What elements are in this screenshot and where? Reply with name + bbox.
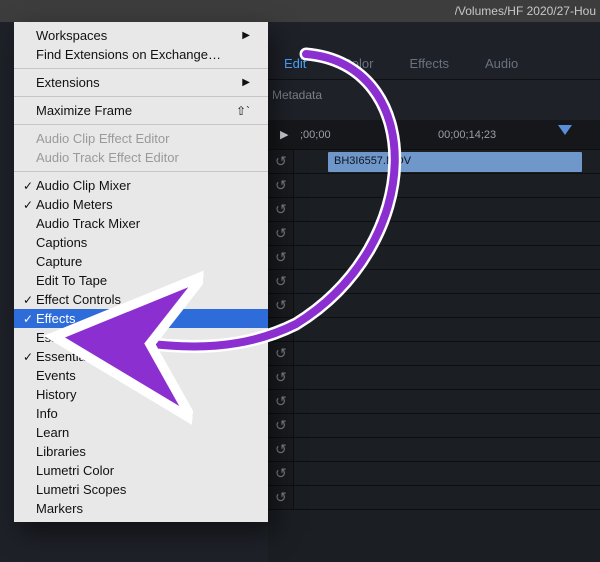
chevron-right-icon: ▶ bbox=[242, 77, 250, 88]
menu-find-extensions[interactable]: Find Extensions on Exchange… bbox=[14, 45, 268, 64]
menu-essential-graphics[interactable]: Essential Graphics bbox=[14, 328, 268, 347]
menu-audio-meters[interactable]: ✓Audio Meters bbox=[14, 195, 268, 214]
shortcut-label: ⇧` bbox=[236, 104, 250, 118]
tab-effects[interactable]: Effects bbox=[407, 50, 451, 77]
track-row-content[interactable] bbox=[294, 390, 600, 413]
timecode-start: ;00;00 bbox=[300, 129, 331, 141]
menu-history[interactable]: History bbox=[14, 385, 268, 404]
playhead-icon[interactable]: ▶ bbox=[280, 128, 288, 141]
menu-edit-to-tape[interactable]: Edit To Tape bbox=[14, 271, 268, 290]
check-icon: ✓ bbox=[20, 198, 36, 212]
menu-capture[interactable]: Capture bbox=[14, 252, 268, 271]
track-undo-icon[interactable]: ↻ bbox=[268, 462, 294, 485]
track-row-content[interactable] bbox=[294, 486, 600, 509]
timeline-panel: ▶ ;00;00 00;00;14;23 ↻ BH3I6557.MOV ↻ ↻ … bbox=[268, 120, 600, 562]
track-row-content[interactable] bbox=[294, 438, 600, 461]
track-undo-icon[interactable]: ↻ bbox=[268, 246, 294, 269]
time-ruler[interactable]: ▶ ;00;00 00;00;14;23 bbox=[268, 120, 600, 150]
track-row-content[interactable] bbox=[294, 246, 600, 269]
track-undo-icon[interactable]: ↻ bbox=[268, 366, 294, 389]
check-icon: ✓ bbox=[20, 293, 36, 307]
menu-extensions[interactable]: Extensions▶ bbox=[14, 73, 268, 92]
menu-maximize-frame[interactable]: Maximize Frame⇧` bbox=[14, 101, 268, 120]
menu-separator bbox=[14, 171, 268, 172]
check-icon: ✓ bbox=[20, 179, 36, 193]
menu-libraries[interactable]: Libraries bbox=[14, 442, 268, 461]
track-undo-icon[interactable]: ↻ bbox=[268, 342, 294, 365]
track-undo-icon[interactable]: ↻ bbox=[268, 270, 294, 293]
track-undo-icon[interactable]: ↻ bbox=[268, 174, 294, 197]
tab-edit[interactable]: Edit bbox=[282, 50, 308, 77]
out-point-marker[interactable] bbox=[558, 125, 572, 135]
workspace-tabs: Edit Color Effects Audio bbox=[268, 48, 600, 80]
menu-audio-clip-effect-editor: Audio Clip Effect Editor bbox=[14, 129, 268, 148]
video-clip[interactable]: BH3I6557.MOV bbox=[328, 152, 582, 172]
track-v1[interactable]: BH3I6557.MOV bbox=[294, 150, 600, 173]
menu-audio-clip-mixer[interactable]: ✓Audio Clip Mixer bbox=[14, 176, 268, 195]
chevron-right-icon: ▶ bbox=[242, 30, 250, 41]
track-undo-icon[interactable]: ↻ bbox=[268, 294, 294, 317]
track-undo-icon[interactable]: ↻ bbox=[268, 390, 294, 413]
track-row-content[interactable] bbox=[294, 222, 600, 245]
track-undo-icon[interactable]: ↻ bbox=[268, 414, 294, 437]
timecode-mark: 00;00;14;23 bbox=[438, 129, 496, 141]
menu-audio-track-mixer[interactable]: Audio Track Mixer bbox=[14, 214, 268, 233]
menu-workspaces[interactable]: Workspaces▶ bbox=[14, 26, 268, 45]
track-undo-icon[interactable]: ↻ bbox=[268, 222, 294, 245]
track-undo-icon[interactable]: ↻ bbox=[268, 198, 294, 221]
track-row-content[interactable] bbox=[294, 414, 600, 437]
menu-events[interactable]: Events bbox=[14, 366, 268, 385]
tab-color[interactable]: Color bbox=[340, 50, 375, 77]
menu-audio-track-effect-editor: Audio Track Effect Editor bbox=[14, 148, 268, 167]
track-undo-icon[interactable]: ↻ bbox=[268, 318, 294, 341]
file-path: /Volumes/HF 2020/27-Hou bbox=[455, 4, 596, 18]
menu-essential-sound[interactable]: ✓Essential Sound bbox=[14, 347, 268, 366]
track-row: ↻ BH3I6557.MOV bbox=[268, 150, 600, 174]
track-row-content[interactable] bbox=[294, 342, 600, 365]
menu-captions[interactable]: Captions bbox=[14, 233, 268, 252]
track-row-content[interactable] bbox=[294, 174, 600, 197]
tab-audio[interactable]: Audio bbox=[483, 50, 520, 77]
track-undo-icon[interactable]: ↻ bbox=[268, 438, 294, 461]
track-row-content[interactable] bbox=[294, 318, 600, 341]
track-row-content[interactable] bbox=[294, 294, 600, 317]
track-undo-icon[interactable]: ↻ bbox=[268, 486, 294, 509]
menu-lumetri-color[interactable]: Lumetri Color bbox=[14, 461, 268, 480]
menu-learn[interactable]: Learn bbox=[14, 423, 268, 442]
panel-metadata-label[interactable]: Metadata bbox=[268, 84, 326, 106]
window-menu: Workspaces▶ Find Extensions on Exchange…… bbox=[14, 22, 268, 522]
menu-lumetri-scopes[interactable]: Lumetri Scopes bbox=[14, 480, 268, 499]
check-icon: ✓ bbox=[20, 350, 36, 364]
check-icon: ✓ bbox=[20, 312, 36, 326]
track-row-content[interactable] bbox=[294, 366, 600, 389]
window-titlebar: /Volumes/HF 2020/27-Hou bbox=[0, 0, 600, 22]
menu-info[interactable]: Info bbox=[14, 404, 268, 423]
menu-effect-controls[interactable]: ✓Effect Controls bbox=[14, 290, 268, 309]
menu-effects[interactable]: ✓Effects bbox=[14, 309, 268, 328]
menu-separator bbox=[14, 96, 268, 97]
track-undo-icon[interactable]: ↻ bbox=[268, 150, 294, 173]
menu-separator bbox=[14, 124, 268, 125]
track-row-content[interactable] bbox=[294, 198, 600, 221]
menu-separator bbox=[14, 68, 268, 69]
track-row-content[interactable] bbox=[294, 462, 600, 485]
menu-markers[interactable]: Markers bbox=[14, 499, 268, 518]
track-row-content[interactable] bbox=[294, 270, 600, 293]
